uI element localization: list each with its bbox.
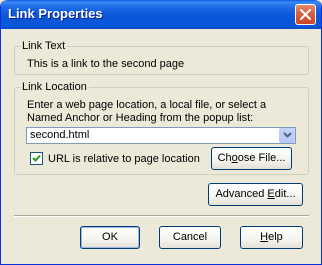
advanced-edit-label-pre: Advanced [215,188,268,200]
advanced-edit-label-mnemonic: E [267,188,275,200]
cancel-button[interactable]: Cancel [159,226,221,249]
link-text-group-label: Link Text [20,40,68,53]
cancel-button-label: Cancel [172,231,208,243]
ok-button[interactable]: OK [80,226,140,249]
location-instruction-line2: Named Anchor or Heading from the popup l… [27,112,254,124]
title-bar[interactable]: Link Properties [1,0,321,29]
choose-file-label-post: ose File... [237,152,286,164]
url-dropdown-button[interactable] [279,128,295,143]
choose-file-label-pre: Ch [217,152,232,164]
url-combobox[interactable]: second.html [26,127,296,144]
link-location-group-label: Link Location [20,81,89,94]
close-button[interactable] [295,4,316,25]
ok-button-label: OK [102,231,118,243]
link-properties-dialog: Link Properties Link Text This is a link… [0,0,322,265]
advanced-edit-label-post: dit... [274,188,296,200]
choose-file-button[interactable]: Choose File... [211,147,292,170]
location-instruction-line1: Enter a web page location, a local file,… [27,99,267,111]
separator [14,215,309,217]
relative-url-checkbox[interactable] [30,152,43,165]
advanced-edit-button[interactable]: Advanced Edit... [208,183,303,206]
help-label-post: elp [268,231,283,243]
checkmark-icon [32,154,41,162]
url-input[interactable]: second.html [30,129,89,142]
window-title: Link Properties [8,6,103,21]
help-label-mnemonic: H [260,231,269,243]
relative-url-label[interactable]: URL is relative to page location [48,153,200,166]
link-text-value: This is a link to the second page [27,58,185,70]
help-button[interactable]: Help [240,226,303,249]
chevron-down-icon [283,132,292,138]
close-x-icon [300,9,311,20]
